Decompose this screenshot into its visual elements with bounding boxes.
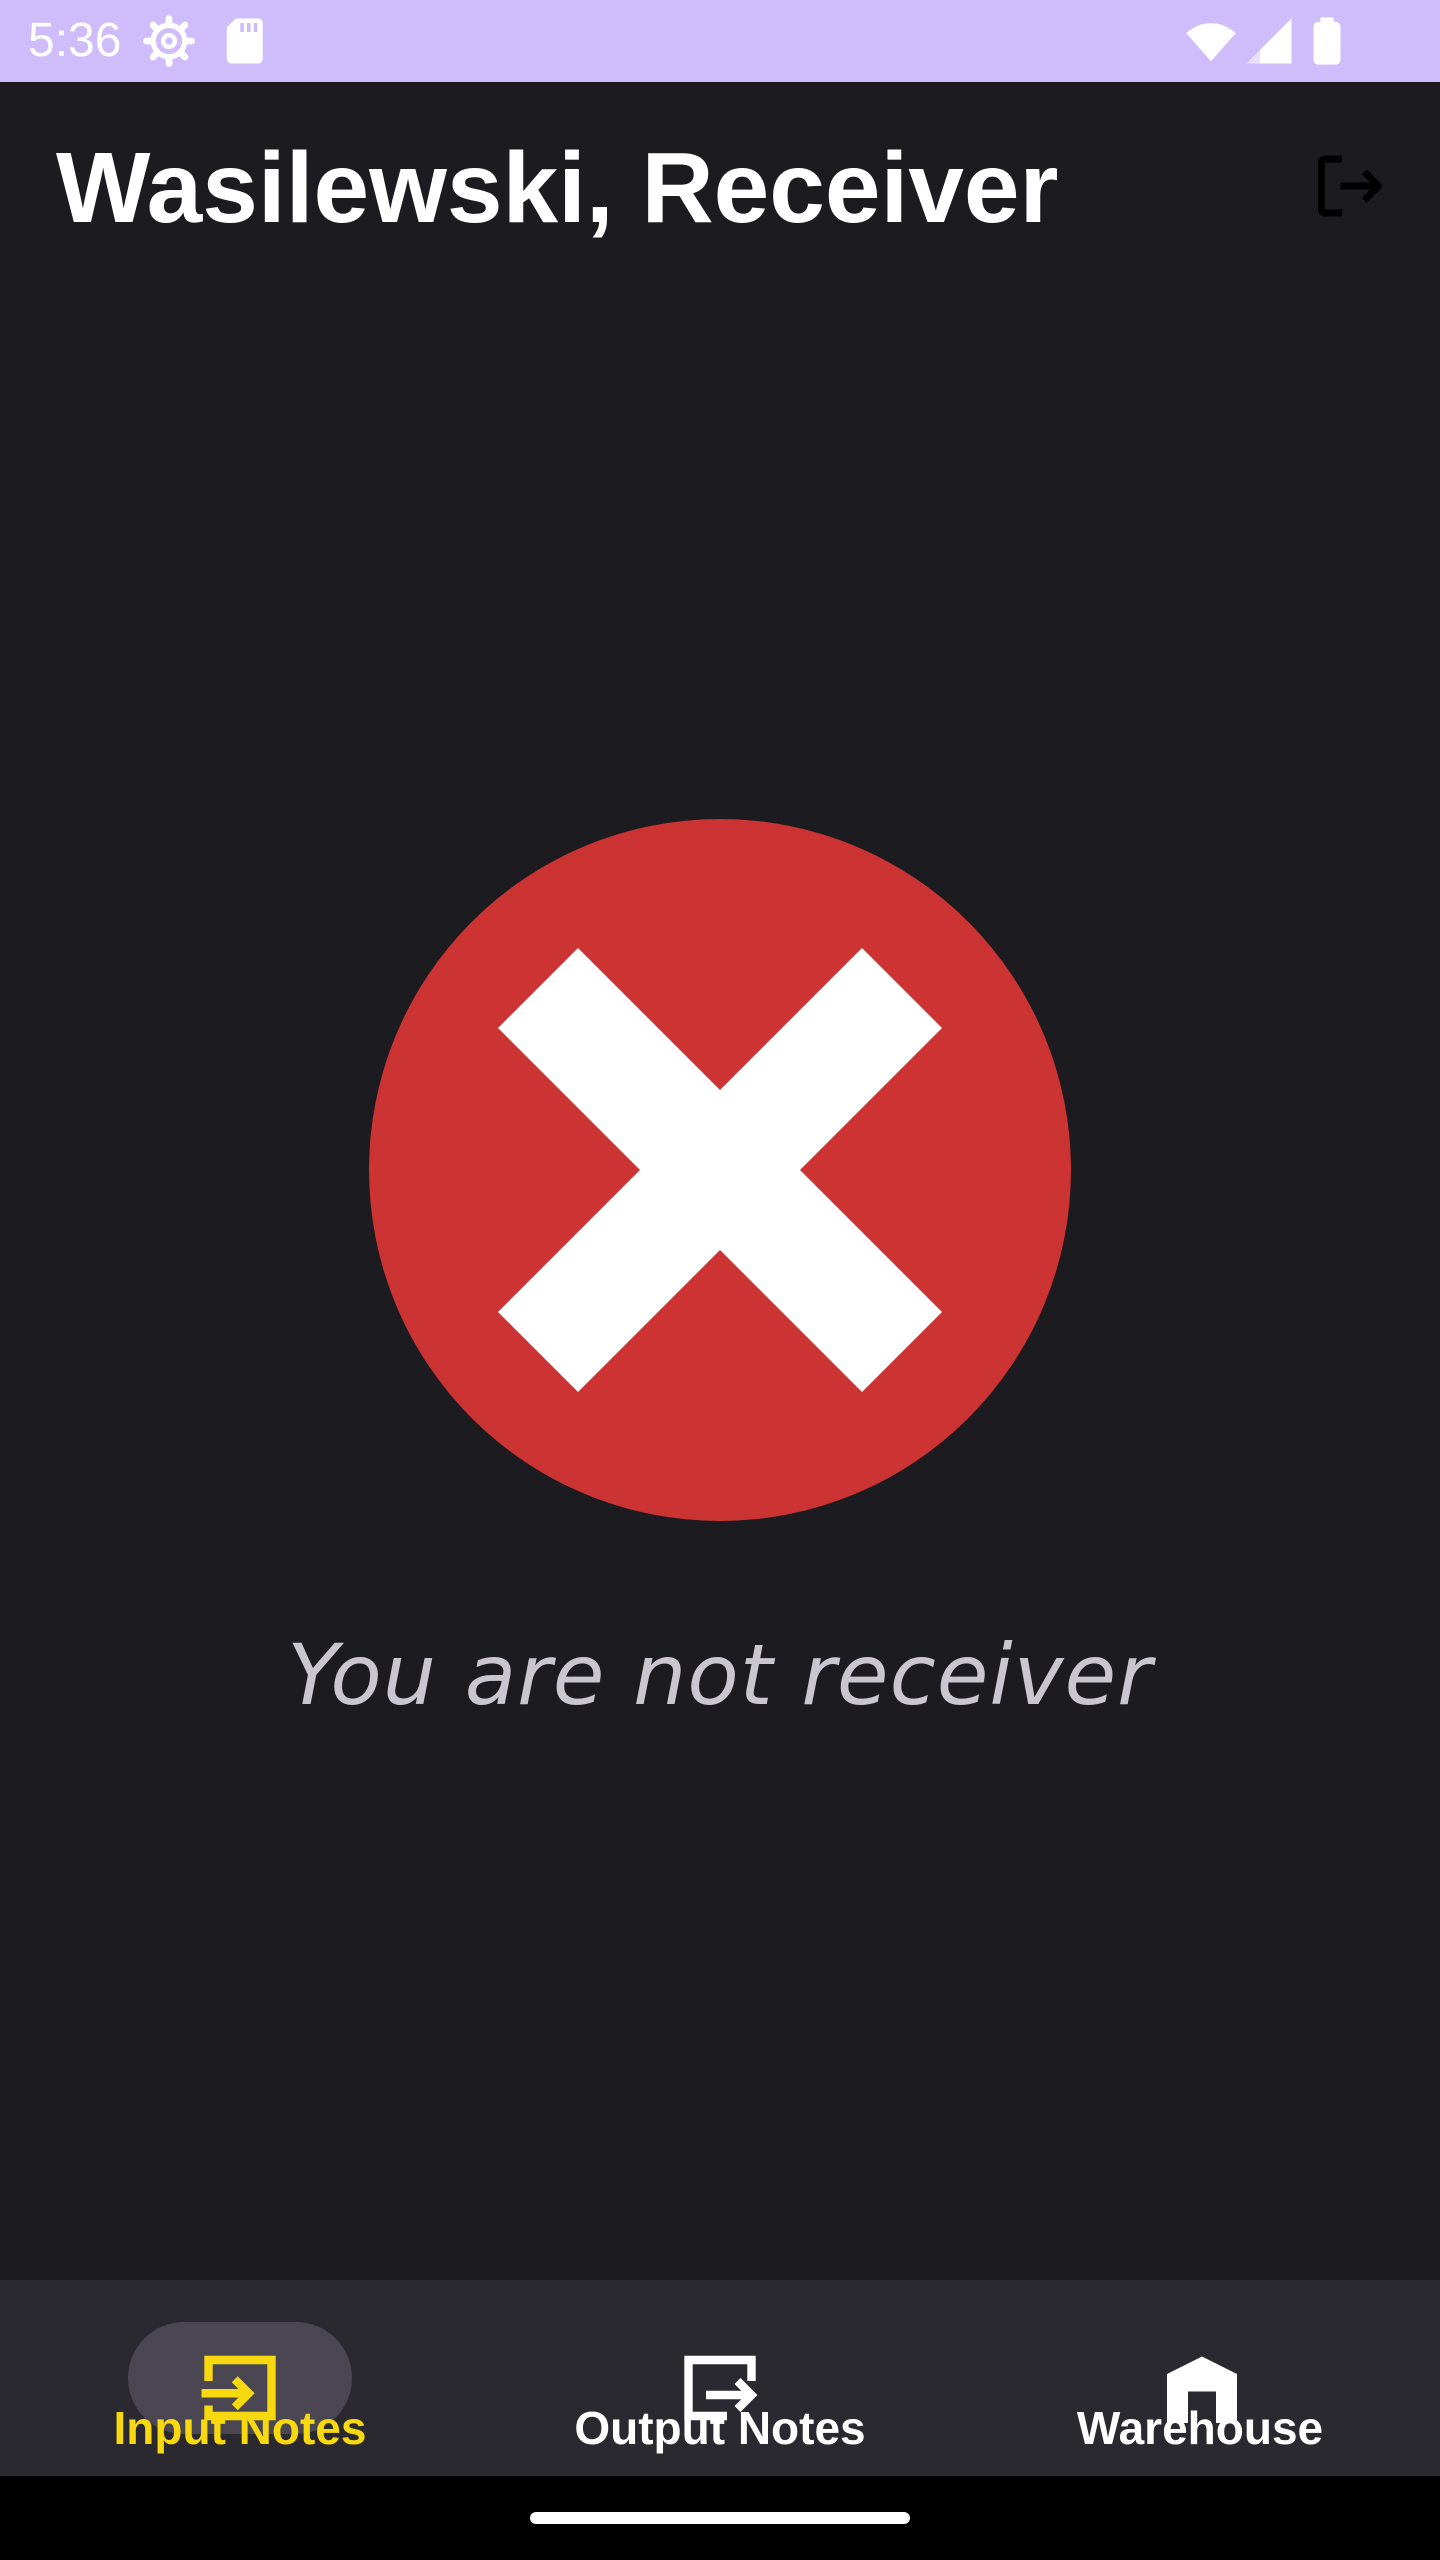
nav-item-warehouse[interactable]: Warehouse bbox=[960, 2280, 1440, 2476]
nav-label-warehouse: Warehouse bbox=[1076, 2402, 1324, 2454]
error-x-circle-icon bbox=[369, 819, 1071, 1521]
logout-icon bbox=[1318, 155, 1382, 217]
battery-icon bbox=[1313, 17, 1341, 65]
settings-gear-icon bbox=[143, 15, 195, 67]
nav-label-input-notes: Input Notes bbox=[113, 2402, 367, 2454]
screen: 5:36 Wasilewski, Receiver You are not re… bbox=[0, 0, 1440, 2560]
nav-label-output-notes: Output Notes bbox=[574, 2402, 866, 2454]
status-bar: 5:36 bbox=[0, 0, 1440, 82]
wifi-icon bbox=[1186, 23, 1236, 62]
status-time: 5:36 bbox=[28, 14, 122, 67]
sd-card-icon bbox=[226, 18, 263, 64]
system-navigation-bar bbox=[0, 2476, 1440, 2560]
error-message: You are not receiver bbox=[287, 1626, 1153, 1724]
home-gesture-handle[interactable] bbox=[530, 2512, 910, 2524]
bottom-navigation: Input Notes Output Notes Warehouse bbox=[0, 2280, 1440, 2476]
nav-item-input-notes[interactable]: Input Notes bbox=[0, 2280, 480, 2476]
page-title: Wasilewski, Receiver bbox=[56, 132, 1059, 244]
nav-item-output-notes[interactable]: Output Notes bbox=[480, 2280, 960, 2476]
cell-signal-icon bbox=[1246, 18, 1292, 64]
logout-button[interactable] bbox=[1300, 136, 1400, 236]
